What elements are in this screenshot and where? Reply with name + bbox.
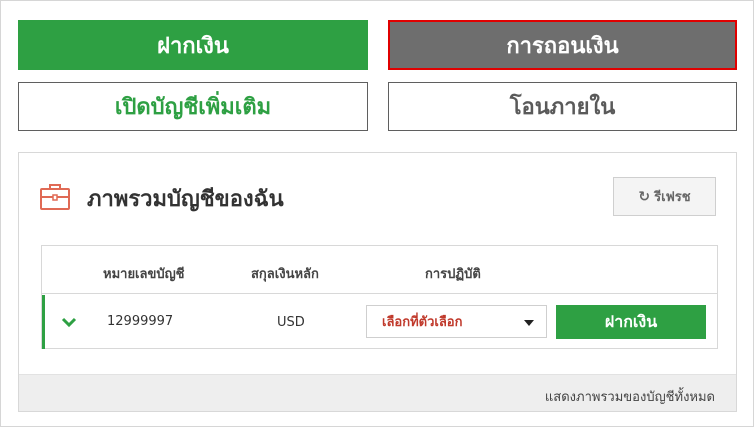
deposit-button[interactable]: ฝากเงิน bbox=[18, 20, 368, 70]
header-actions: การปฏิบัติ bbox=[425, 267, 481, 282]
open-account-button[interactable]: เปิดบัญชีเพิ่มเติม bbox=[18, 82, 368, 131]
row-deposit-button[interactable]: ฝากเงิน bbox=[556, 305, 706, 339]
accounts-table: หมายเลขบัญชี สกุลเงินหลัก การปฏิบัติ 129… bbox=[41, 245, 718, 349]
action-select-value: เลือกที่ตัวเลือก bbox=[382, 315, 463, 330]
account-number-cell: 12999997 bbox=[107, 314, 174, 329]
table-header: หมายเลขบัญชี สกุลเงินหลัก การปฏิบัติ bbox=[42, 246, 717, 294]
refresh-button[interactable]: ↻ รีเฟรช bbox=[613, 177, 716, 216]
refresh-icon: ↻ bbox=[638, 188, 651, 205]
panel-title: ภาพรวมบัญชีของฉัน bbox=[87, 187, 284, 212]
internal-transfer-button[interactable]: โอนภายใน bbox=[388, 82, 737, 131]
table-row: 12999997 USD เลือกที่ตัวเลือก ฝากเงิน bbox=[42, 295, 717, 349]
withdraw-button[interactable]: การถอนเงิน bbox=[388, 20, 737, 70]
panel-footer: แสดงภาพรวมของบัญชีทั้งหมด bbox=[19, 374, 736, 411]
show-all-accounts-link[interactable]: แสดงภาพรวมของบัญชีทั้งหมด bbox=[545, 386, 715, 407]
currency-cell: USD bbox=[277, 315, 305, 330]
chevron-down-icon[interactable] bbox=[60, 313, 78, 331]
refresh-label: รีเฟรช bbox=[654, 190, 691, 205]
caret-down-icon bbox=[524, 320, 534, 326]
briefcase-icon bbox=[40, 184, 70, 210]
header-base-currency: สกุลเงินหลัก bbox=[251, 267, 319, 282]
action-select[interactable]: เลือกที่ตัวเลือก bbox=[366, 305, 547, 338]
header-account-number: หมายเลขบัญชี bbox=[103, 267, 185, 282]
account-overview-panel: ภาพรวมบัญชีของฉัน ↻ รีเฟรช หมายเลขบัญชี … bbox=[18, 152, 737, 412]
app-frame: ฝากเงิน การถอนเงิน เปิดบัญชีเพิ่มเติม โอ… bbox=[0, 0, 754, 427]
